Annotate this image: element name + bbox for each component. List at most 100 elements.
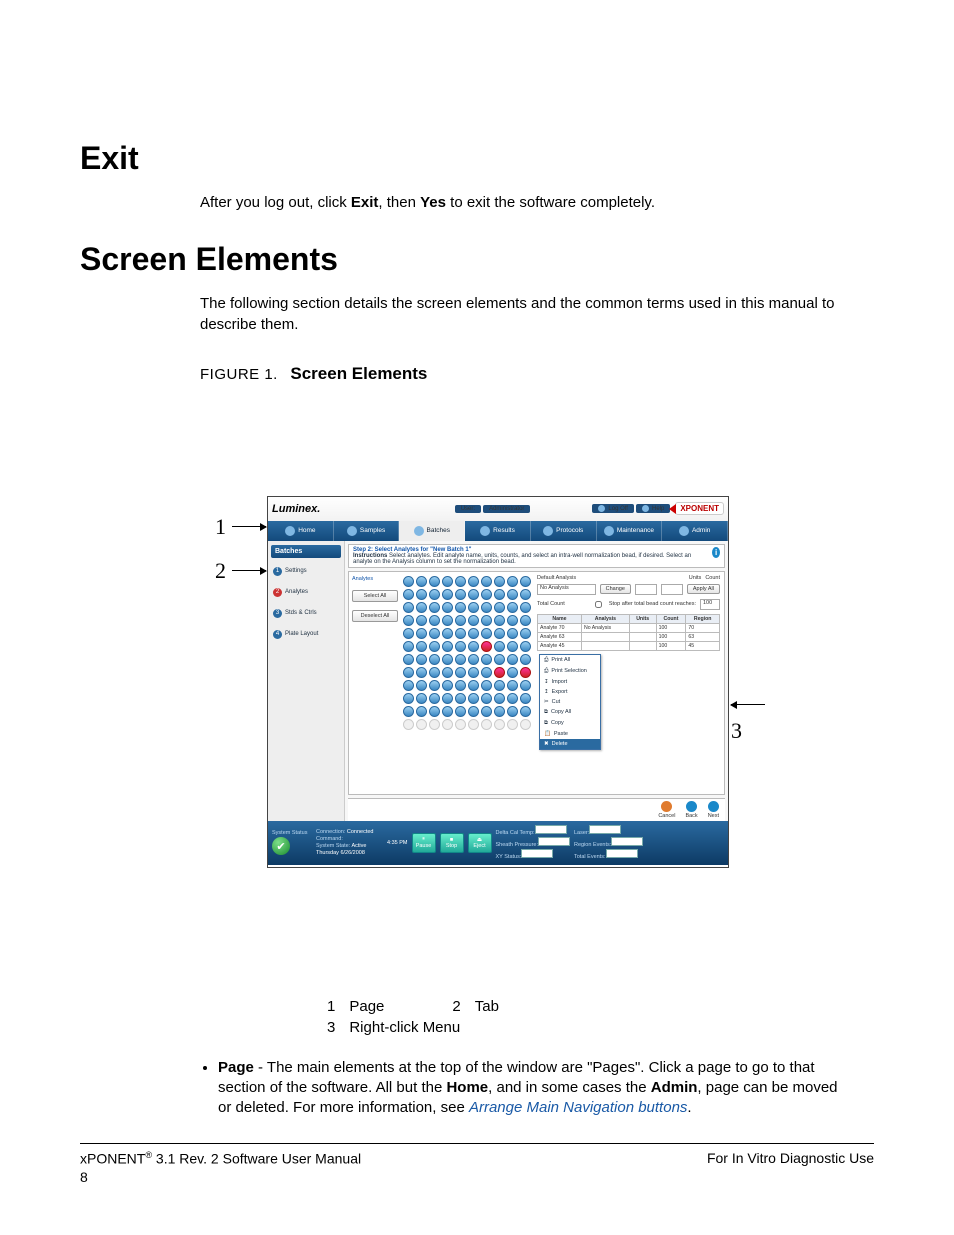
menu-print-all[interactable]: ⎙Print All [540, 655, 600, 666]
menu-import[interactable]: ↧Import [540, 677, 600, 687]
analyte-cell[interactable] [429, 589, 440, 600]
stop-checkbox[interactable] [595, 601, 602, 608]
stop-button[interactable]: ■Stop [440, 833, 464, 853]
analyte-cell[interactable] [507, 667, 518, 678]
table-row[interactable]: Analyte 70 No Analysis 100 70 [538, 623, 720, 632]
analyte-cell[interactable] [442, 576, 453, 587]
page-admin[interactable]: Admin [662, 521, 728, 541]
analyte-cell[interactable] [481, 641, 492, 652]
analyte-cell[interactable] [507, 576, 518, 587]
analyte-cell[interactable] [416, 680, 427, 691]
menu-print-selection[interactable]: ⎙Print Selection [540, 666, 600, 677]
analyte-cell[interactable] [455, 615, 466, 626]
menu-copy-all[interactable]: ⧉Copy All [540, 707, 600, 718]
analyte-cell[interactable] [468, 615, 479, 626]
analyte-cell[interactable] [494, 628, 505, 639]
analyte-cell[interactable] [403, 576, 414, 587]
analyte-cell[interactable] [481, 667, 492, 678]
analyte-cell[interactable] [507, 589, 518, 600]
info-icon[interactable]: i [712, 547, 720, 558]
count-field[interactable] [661, 584, 683, 595]
tab-settings[interactable]: 1Settings [271, 564, 341, 579]
analyte-cell[interactable] [429, 628, 440, 639]
analyte-cell[interactable] [494, 706, 505, 717]
context-menu[interactable]: ⎙Print All ⎙Print Selection ↧Import ↥Exp… [539, 654, 601, 750]
analyte-cell[interactable] [520, 589, 531, 600]
analyte-cell[interactable] [416, 602, 427, 613]
analyte-cell[interactable] [481, 602, 492, 613]
analyte-cell[interactable] [416, 576, 427, 587]
analyte-cell[interactable] [494, 680, 505, 691]
analyte-cell[interactable] [455, 602, 466, 613]
analyte-cell[interactable] [403, 719, 414, 730]
analyte-cell[interactable] [403, 667, 414, 678]
analyte-cell[interactable] [494, 615, 505, 626]
page-home[interactable]: Home [268, 521, 334, 541]
menu-export[interactable]: ↥Export [540, 687, 600, 697]
analyte-cell[interactable] [520, 667, 531, 678]
menu-cut[interactable]: ✂Cut [540, 697, 600, 707]
analyte-cell[interactable] [520, 719, 531, 730]
analyte-cell[interactable] [468, 576, 479, 587]
analyte-cell[interactable] [442, 615, 453, 626]
page-results[interactable]: Results [465, 521, 531, 541]
analyte-cell[interactable] [429, 641, 440, 652]
analyte-cell[interactable] [403, 706, 414, 717]
analyte-cell[interactable] [507, 628, 518, 639]
analyte-cell[interactable] [507, 602, 518, 613]
page-maintenance[interactable]: Maintenance [597, 521, 663, 541]
analyte-cell[interactable] [468, 680, 479, 691]
analyte-cell[interactable] [429, 667, 440, 678]
analyte-cell[interactable] [442, 706, 453, 717]
tab-plate-layout[interactable]: 4Plate Layout [271, 627, 341, 642]
table-row[interactable]: Analyte 45 100 45 [538, 641, 720, 650]
analyte-cell[interactable] [494, 693, 505, 704]
analyte-cell[interactable] [455, 576, 466, 587]
analyte-cell[interactable] [520, 615, 531, 626]
analyte-cell[interactable] [481, 719, 492, 730]
analyte-cell[interactable] [468, 641, 479, 652]
analyte-cell[interactable] [442, 719, 453, 730]
th-count[interactable]: Count [656, 614, 686, 623]
back-button[interactable]: Back [685, 801, 697, 819]
page-protocols[interactable]: Protocols [531, 521, 597, 541]
tab-stds-ctrls[interactable]: 3Stds & Ctrls [271, 606, 341, 621]
analyte-cell[interactable] [442, 628, 453, 639]
help-button[interactable]: Help [636, 504, 670, 513]
th-units[interactable]: Units [629, 614, 656, 623]
stop-value-field[interactable]: 100 [700, 599, 720, 610]
analyte-cell[interactable] [429, 706, 440, 717]
apply-all-button[interactable]: Apply All [687, 584, 720, 594]
analyte-cell[interactable] [507, 719, 518, 730]
analyte-cell[interactable] [429, 602, 440, 613]
analyte-grid[interactable] [401, 572, 533, 794]
analyte-cell[interactable] [442, 680, 453, 691]
analyte-cell[interactable] [520, 693, 531, 704]
table-row[interactable]: Analyte 63 100 63 [538, 632, 720, 641]
analyte-cell[interactable] [455, 693, 466, 704]
logoff-button[interactable]: Log Off [592, 504, 634, 513]
analyte-cell[interactable] [494, 602, 505, 613]
analyte-cell[interactable] [507, 680, 518, 691]
analyte-cell[interactable] [468, 628, 479, 639]
analyte-cell[interactable] [520, 628, 531, 639]
analyte-cell[interactable] [455, 641, 466, 652]
analyte-cell[interactable] [455, 667, 466, 678]
inline-link[interactable]: Arrange Main Navigation buttons [469, 1099, 687, 1116]
analyte-cell[interactable] [416, 693, 427, 704]
menu-copy[interactable]: ⧉Copy [540, 718, 600, 729]
analyte-cell[interactable] [494, 719, 505, 730]
analyte-cell[interactable] [442, 667, 453, 678]
analyte-cell[interactable] [520, 602, 531, 613]
analyte-cell[interactable] [416, 615, 427, 626]
analyte-cell[interactable] [416, 667, 427, 678]
analyte-cell[interactable] [494, 576, 505, 587]
analyte-cell[interactable] [520, 576, 531, 587]
analyte-cell[interactable] [520, 680, 531, 691]
analyte-cell[interactable] [429, 693, 440, 704]
analyte-cell[interactable] [481, 615, 492, 626]
cancel-button[interactable]: Cancel [658, 801, 675, 819]
analyte-cell[interactable] [403, 615, 414, 626]
analyte-cell[interactable] [481, 654, 492, 665]
eject-button[interactable]: ⏏Eject [468, 833, 492, 853]
